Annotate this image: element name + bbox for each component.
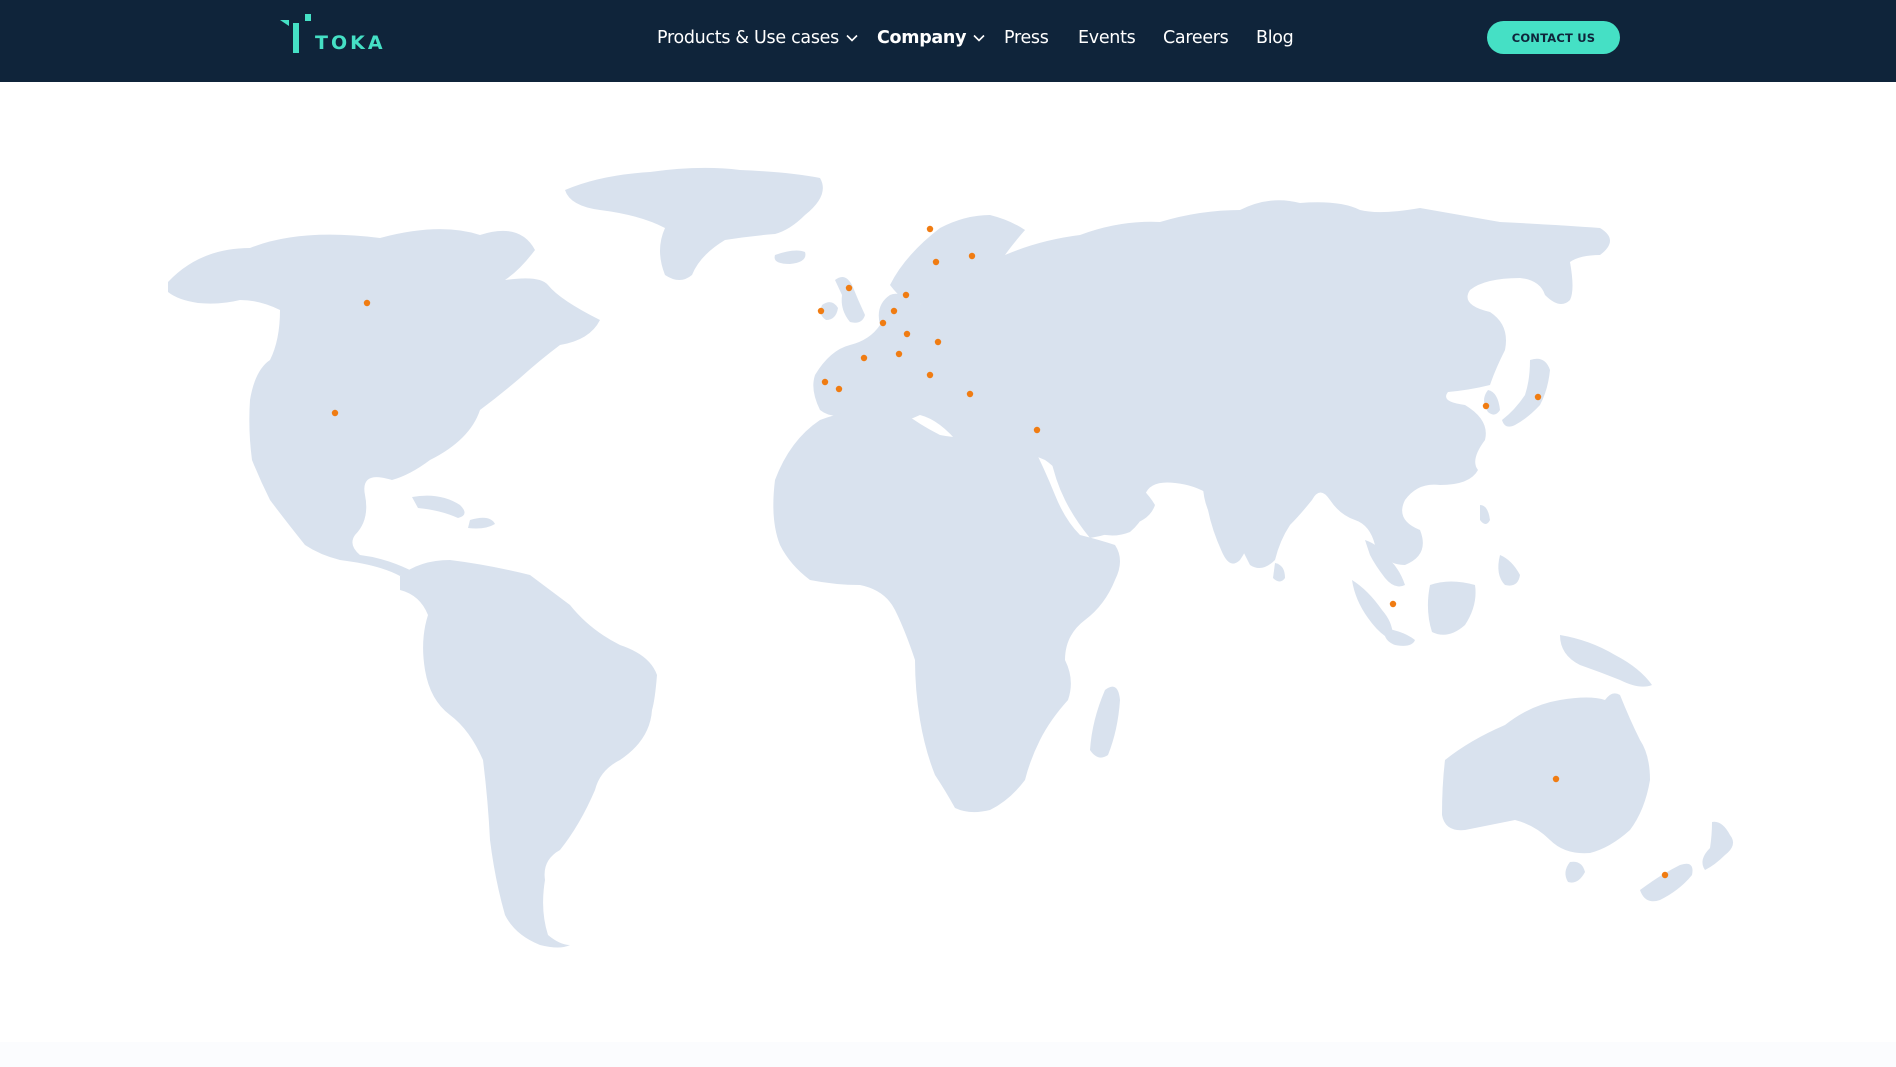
chevron-down-icon xyxy=(973,34,985,42)
nav-label: Blog xyxy=(1256,28,1294,48)
location-marker-icon xyxy=(817,307,825,315)
location-marker-icon xyxy=(903,330,911,338)
location-marker-icon xyxy=(895,350,903,358)
location-marker-icon xyxy=(845,284,853,292)
island-sri-lanka xyxy=(1273,563,1285,582)
location-marker-icon xyxy=(934,338,942,346)
location-marker-icon xyxy=(932,258,940,266)
nav-events[interactable]: Events xyxy=(1078,26,1136,50)
nav-press[interactable]: Press xyxy=(1004,26,1049,50)
location-marker-icon xyxy=(860,354,868,362)
island-philippines xyxy=(1498,555,1520,586)
continent-south-america xyxy=(400,560,657,948)
top-navigation-bar: TOKA Products & Use cases Company Press … xyxy=(0,0,1896,82)
bottom-section-band xyxy=(0,1042,1896,1067)
location-marker-icon xyxy=(890,307,898,315)
nav-label: Products & Use cases xyxy=(657,28,839,48)
island-new-zealand-south xyxy=(1640,863,1693,902)
island-iceland xyxy=(774,250,806,264)
nav-blog[interactable]: Blog xyxy=(1256,26,1294,50)
location-marker-icon xyxy=(1552,775,1560,783)
island-new-zealand-north xyxy=(1702,821,1734,870)
island-taiwan xyxy=(1480,505,1490,524)
chevron-down-icon xyxy=(846,34,858,42)
location-marker-icon xyxy=(821,378,829,386)
world-map xyxy=(168,167,1734,948)
island-madagascar xyxy=(1090,686,1120,758)
island-borneo xyxy=(1427,581,1476,635)
location-marker-icon xyxy=(926,225,934,233)
continent-north-america xyxy=(168,229,600,576)
island-tasmania xyxy=(1565,861,1585,883)
continent-australia xyxy=(1442,693,1650,854)
location-marker-icon xyxy=(902,291,910,299)
nav-company[interactable]: Company xyxy=(877,26,985,50)
location-marker-icon xyxy=(966,390,974,398)
location-marker-icon xyxy=(363,299,371,307)
location-marker-icon xyxy=(1661,871,1669,879)
island-new-guinea xyxy=(1560,635,1652,687)
island-japan xyxy=(1502,358,1550,427)
nav-label: Press xyxy=(1004,28,1049,48)
nav-label: Careers xyxy=(1163,28,1229,48)
island-korea xyxy=(1484,390,1500,415)
logo-text[interactable]: TOKA xyxy=(315,34,386,53)
island-hispaniola xyxy=(468,517,495,529)
island-cuba xyxy=(412,495,465,518)
location-marker-icon xyxy=(331,409,339,417)
island-britain xyxy=(835,276,865,323)
island-java xyxy=(1384,628,1415,646)
location-marker-icon xyxy=(1389,600,1397,608)
contact-us-button[interactable]: CONTACT US xyxy=(1487,21,1620,54)
location-marker-icon xyxy=(835,385,843,393)
nav-products-use-cases[interactable]: Products & Use cases xyxy=(657,26,858,50)
location-marker-icon xyxy=(926,371,934,379)
nav-label: Events xyxy=(1078,28,1136,48)
location-marker-icon xyxy=(1534,393,1542,401)
location-marker-icon xyxy=(879,319,887,327)
location-marker-icon xyxy=(968,252,976,260)
nav-label: Company xyxy=(877,28,967,48)
location-marker-icon xyxy=(1482,402,1490,410)
nav-careers[interactable]: Careers xyxy=(1163,26,1229,50)
location-marker-icon xyxy=(1033,426,1041,434)
